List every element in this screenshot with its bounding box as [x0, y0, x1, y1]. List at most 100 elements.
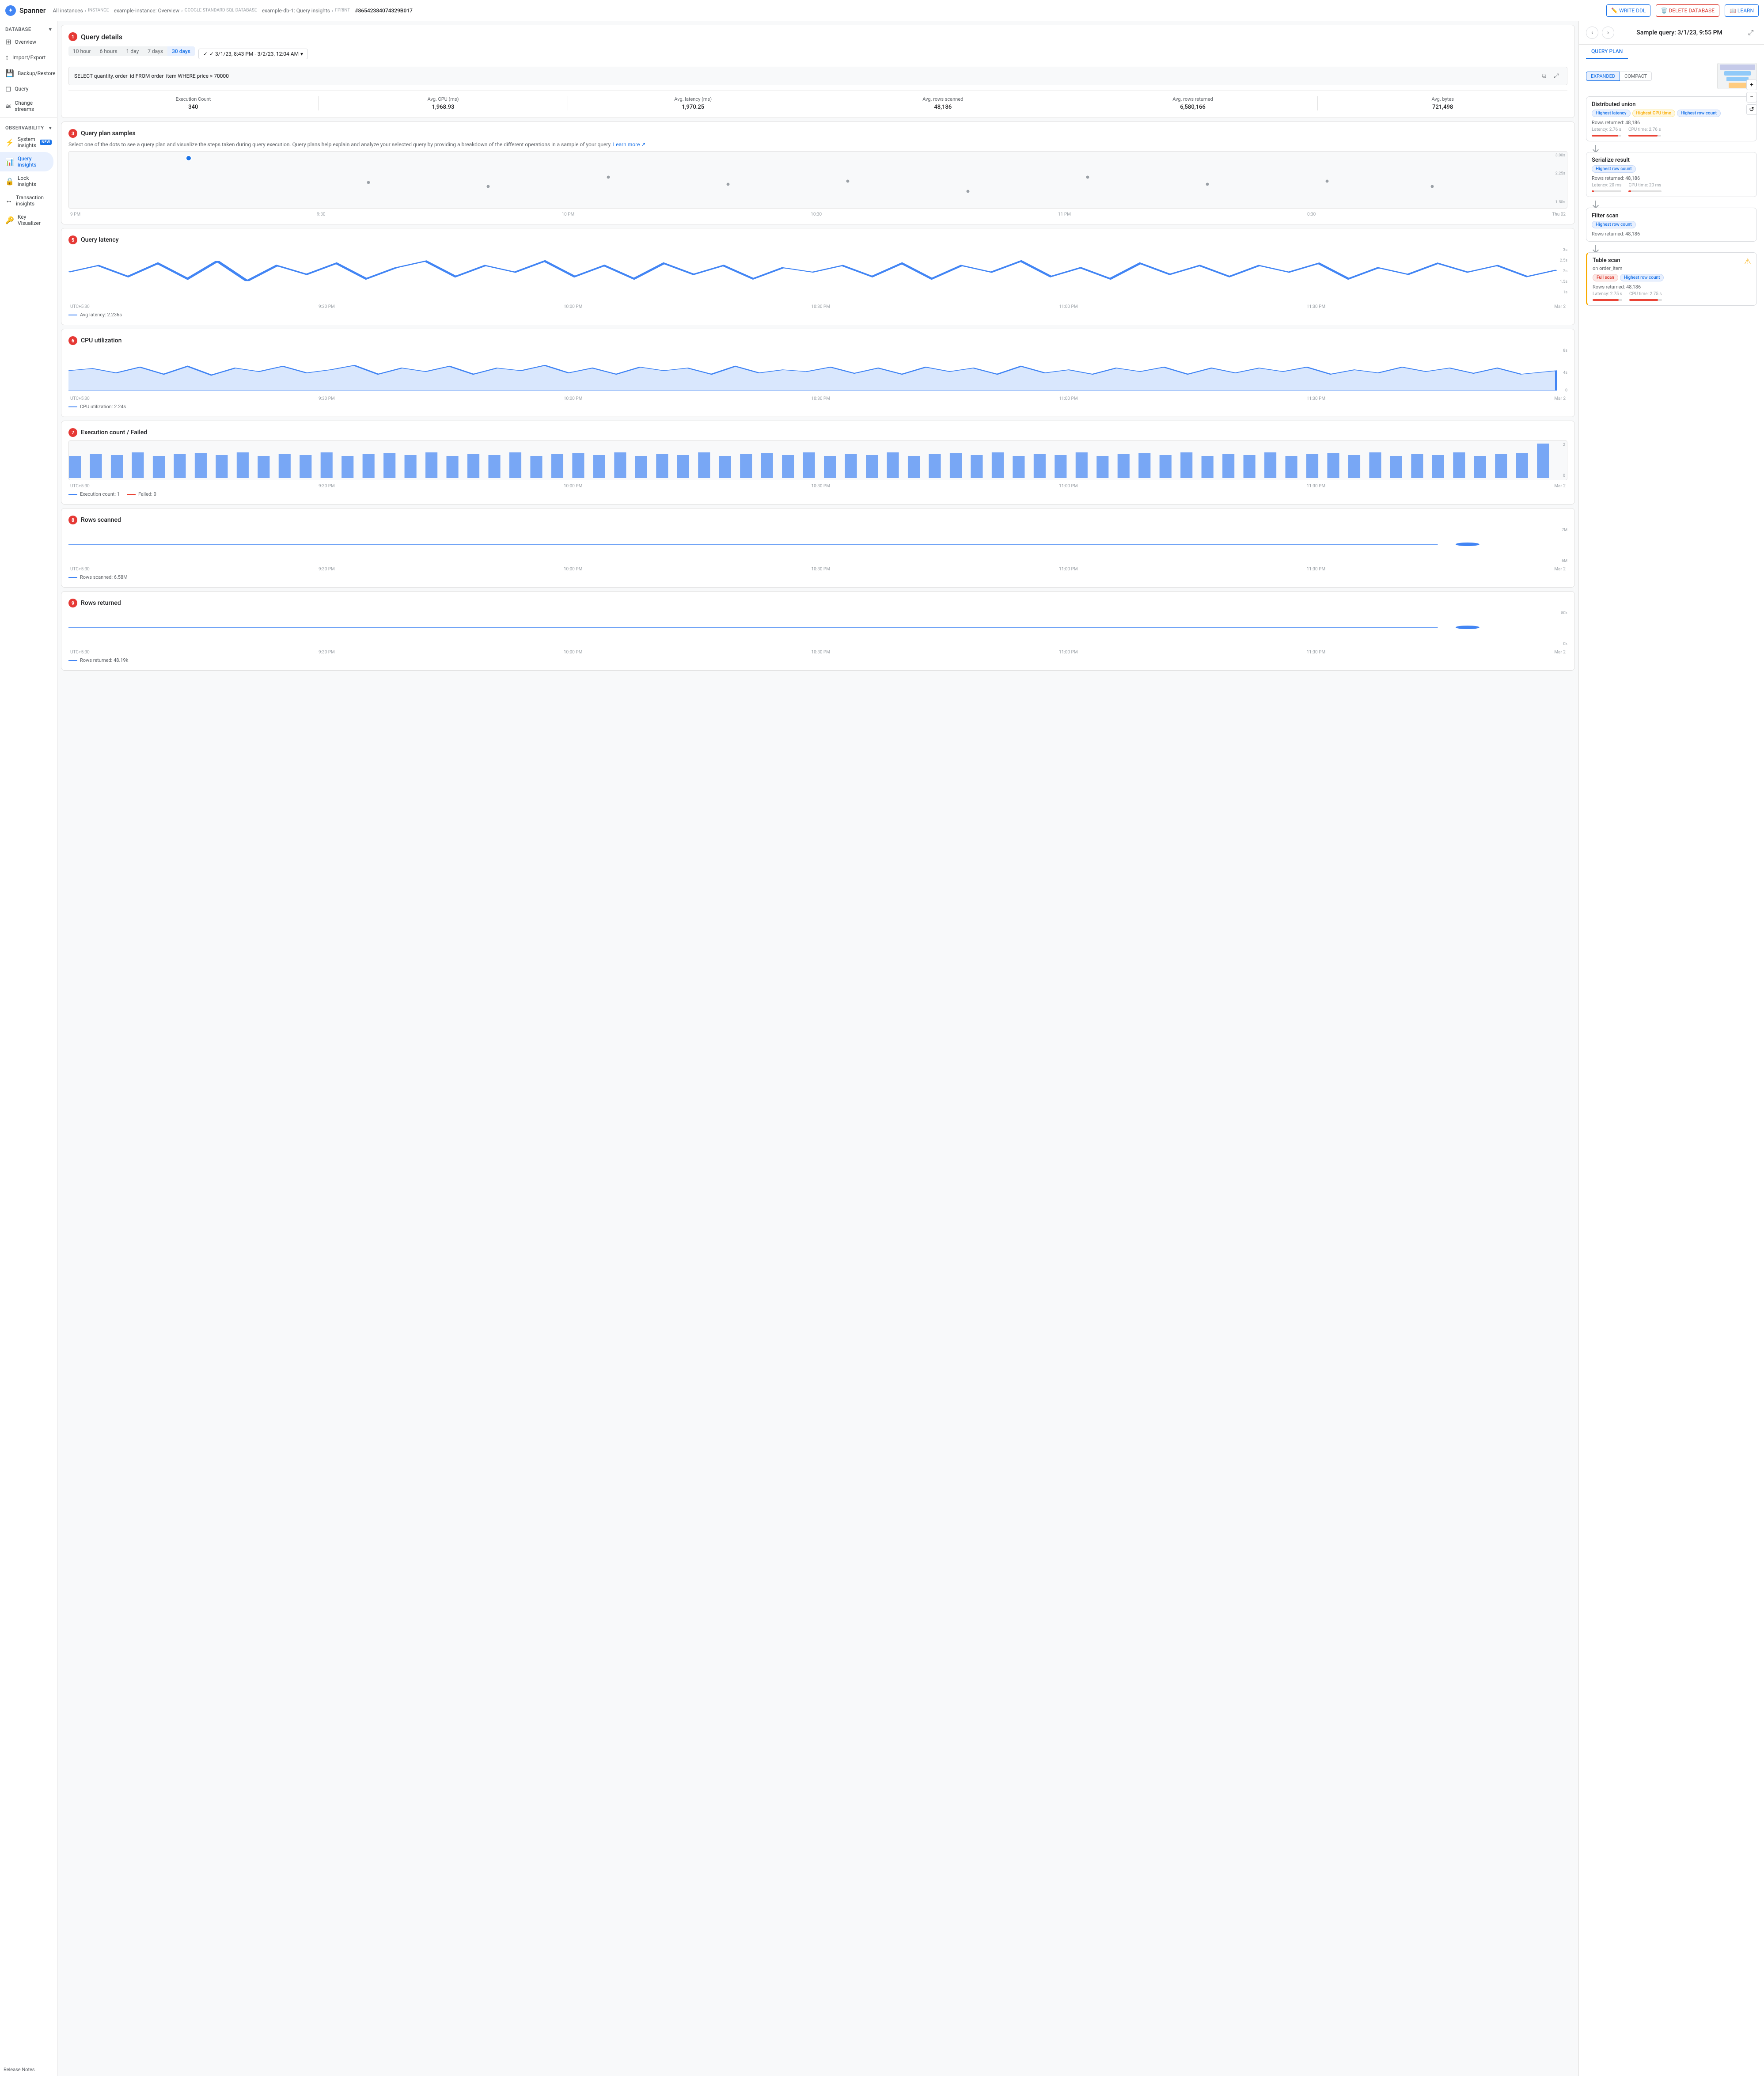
sidebar-item-overview[interactable]: ⊞ Overview: [0, 34, 53, 49]
prev-sample-button[interactable]: ‹: [1586, 27, 1598, 39]
scatter-dot-6[interactable]: [966, 189, 970, 193]
copy-query-button[interactable]: ⧉: [1539, 71, 1549, 81]
exec-x-6: Mar 2: [1554, 484, 1566, 489]
scatter-dot-5[interactable]: [846, 179, 850, 183]
cpu-y-mid: 4s: [1563, 371, 1567, 375]
rows-scanned-x-axis: UTC+5:30 9:30 PM 10:00 PM 10:30 PM 11:00…: [68, 567, 1567, 572]
rows-returned-svg: [68, 611, 1557, 644]
scatter-dot-4[interactable]: [726, 182, 730, 186]
observability-section-header[interactable]: OBSERVABILITY ▾: [0, 120, 57, 133]
scatter-dot-selected[interactable]: [186, 155, 192, 161]
query-details-label: Query details: [81, 33, 122, 41]
node-table-cpu-label: CPU time: 2.75 s: [1629, 292, 1662, 296]
badge-highest-cpu-time: Highest CPU time: [1632, 110, 1675, 117]
time-btn-1day[interactable]: 1 day: [122, 46, 144, 56]
cpu-x-3: 10:30 PM: [812, 396, 830, 401]
rows-returned-x-6: Mar 2: [1554, 650, 1566, 655]
x-label-1: 9:30: [317, 212, 325, 217]
sidebar-item-key-visualizer[interactable]: 🔑 Key Visualizer: [0, 210, 53, 230]
stat-value-avg-cpu: 1,968.93: [322, 104, 565, 110]
scatter-dot-7[interactable]: [1085, 175, 1089, 179]
breadcrumb-db-name[interactable]: example-db-1: Query insights: [262, 8, 330, 14]
sidebar-item-transaction-insights[interactable]: ↔ Transaction insights: [0, 191, 53, 210]
time-btn-1hour[interactable]: 10 hour: [68, 46, 95, 56]
latency-x-4: 11:00 PM: [1059, 304, 1077, 309]
badge-serialize-row-count: Highest row count: [1592, 165, 1636, 173]
sidebar-item-import-export[interactable]: ↕ Import/Export: [0, 49, 53, 65]
sidebar-item-query[interactable]: ◻ Query: [0, 81, 53, 96]
view-toggle-compact[interactable]: COMPACT: [1620, 72, 1652, 81]
node-du-latency-label: Latency: 2.76 s: [1592, 127, 1621, 132]
rows-returned-x-4: 11:00 PM: [1059, 650, 1077, 655]
exec-legend-count-line: [68, 494, 77, 495]
sidebar-item-backup-restore[interactable]: 💾 Backup/Restore: [0, 65, 53, 81]
sidebar-item-lock-insights[interactable]: 🔒 Lock insights: [0, 171, 53, 191]
sidebar-label-change-streams: Change streams: [15, 100, 48, 112]
cpu-x-0: UTC+5:30: [70, 396, 90, 401]
node-table-scan: Table scan on order_item ⚠ Full scan Hig…: [1586, 252, 1757, 306]
section8-header: 8 Rows scanned: [68, 516, 1567, 524]
new-badge: NEW: [40, 140, 52, 145]
query-plan-tab[interactable]: QUERY PLAN: [1586, 45, 1628, 59]
stat-value-avg-rows-returned: 6,580,166: [1072, 104, 1314, 110]
exec-legend-failed-line: [127, 494, 136, 495]
expand-query-button[interactable]: ⤢: [1551, 71, 1562, 81]
delete-database-button[interactable]: 🗑️ DELETE DATABASE: [1656, 4, 1719, 17]
rows-returned-x-2: 10:00 PM: [564, 650, 582, 655]
right-panel-title: Sample query: 3/1/23, 9:55 PM: [1636, 29, 1722, 36]
view-toggle-expanded[interactable]: EXPANDED: [1586, 72, 1620, 81]
connector-2: [1595, 201, 1596, 208]
breadcrumb-instance-name[interactable]: example-instance: Overview: [114, 8, 179, 14]
cpu-x-2: 10:00 PM: [564, 396, 582, 401]
sidebar-item-change-streams[interactable]: ≋ Change streams: [0, 96, 53, 116]
database-section-header[interactable]: DATABASE ▾: [0, 21, 57, 34]
scatter-dot-1[interactable]: [367, 181, 371, 185]
expand-panel-button[interactable]: ⤢: [1745, 27, 1757, 39]
scatter-chart: 3.00s 2.25s 1.50s: [68, 151, 1567, 209]
scatter-dot-8[interactable]: [1206, 182, 1210, 186]
time-buttons: 10 hour 6 hours 1 day 7 days 30 days: [68, 46, 195, 56]
x-label-4: 11 PM: [1058, 212, 1071, 217]
rows-scanned-x-1: 9:30 PM: [319, 567, 335, 572]
badge-filter-row-count: Highest row count: [1592, 221, 1636, 228]
cpu-x-4: 11:00 PM: [1059, 396, 1077, 401]
zoom-out-button[interactable]: −: [1746, 93, 1757, 102]
node-du-latency-bar-fill: [1592, 135, 1618, 137]
transaction-insights-icon: ↔: [5, 196, 12, 205]
sidebar-label-transaction-insights: Transaction insights: [16, 194, 48, 207]
next-sample-button[interactable]: ›: [1602, 27, 1614, 39]
breadcrumb-all-instances[interactable]: All instances: [53, 8, 83, 14]
x-label-3: 10:30: [811, 212, 822, 217]
scatter-dot-10[interactable]: [1430, 185, 1434, 189]
scatter-dot-9[interactable]: [1325, 179, 1329, 183]
node-du-cpu-bar-fill: [1628, 135, 1658, 137]
learn-more-link[interactable]: Learn more ↗: [613, 141, 646, 148]
section6-title: CPU utilization: [81, 337, 121, 344]
observability-section-label: OBSERVABILITY: [5, 125, 44, 131]
rows-returned-y-max: 50k: [1561, 611, 1567, 615]
section3-header: 3 Query plan samples: [68, 129, 1567, 138]
cpu-legend-line: [68, 406, 77, 407]
scatter-dot-3[interactable]: [606, 175, 610, 179]
sidebar-item-system-insights[interactable]: ⚡ System insights NEW: [0, 133, 53, 152]
learn-button[interactable]: 📖 LEARN: [1725, 4, 1759, 17]
release-notes[interactable]: Release Notes: [0, 2063, 57, 2076]
import-export-icon: ↕: [5, 53, 9, 62]
time-btn-7days[interactable]: 7 days: [143, 46, 167, 56]
breadcrumb: All instances › INSTANCE example-instanc…: [53, 8, 1606, 14]
breadcrumb-sep-3: ›: [332, 8, 334, 14]
time-btn-30days[interactable]: 30 days: [167, 46, 195, 56]
write-ddl-button[interactable]: ✏️ WRITE DDL: [1606, 4, 1650, 17]
node-table-cpu: CPU time: 2.75 s: [1629, 292, 1662, 301]
execution-count-section: 7 Execution count / Failed 2 0 // Will b…: [61, 421, 1575, 505]
reset-zoom-button[interactable]: ↺: [1746, 104, 1757, 115]
cpu-chart-svg: [68, 349, 1557, 391]
sidebar-item-query-insights[interactable]: 📊 Query insights: [0, 152, 53, 171]
rows-scanned-legend-label: Rows scanned: 6.58M: [80, 574, 128, 580]
scatter-dot-2[interactable]: [486, 185, 490, 189]
section-number-5: 5: [68, 235, 77, 244]
node-du-cpu-bar: [1628, 135, 1661, 137]
time-btn-6hours[interactable]: 6 hours: [95, 46, 122, 56]
rows-scanned-legend: Rows scanned: 6.58M: [68, 574, 1567, 580]
date-range-button[interactable]: ✓ ✓ 3/1/23, 8:43 PM - 3/2/23, 12:04 AM ▾: [198, 49, 308, 59]
